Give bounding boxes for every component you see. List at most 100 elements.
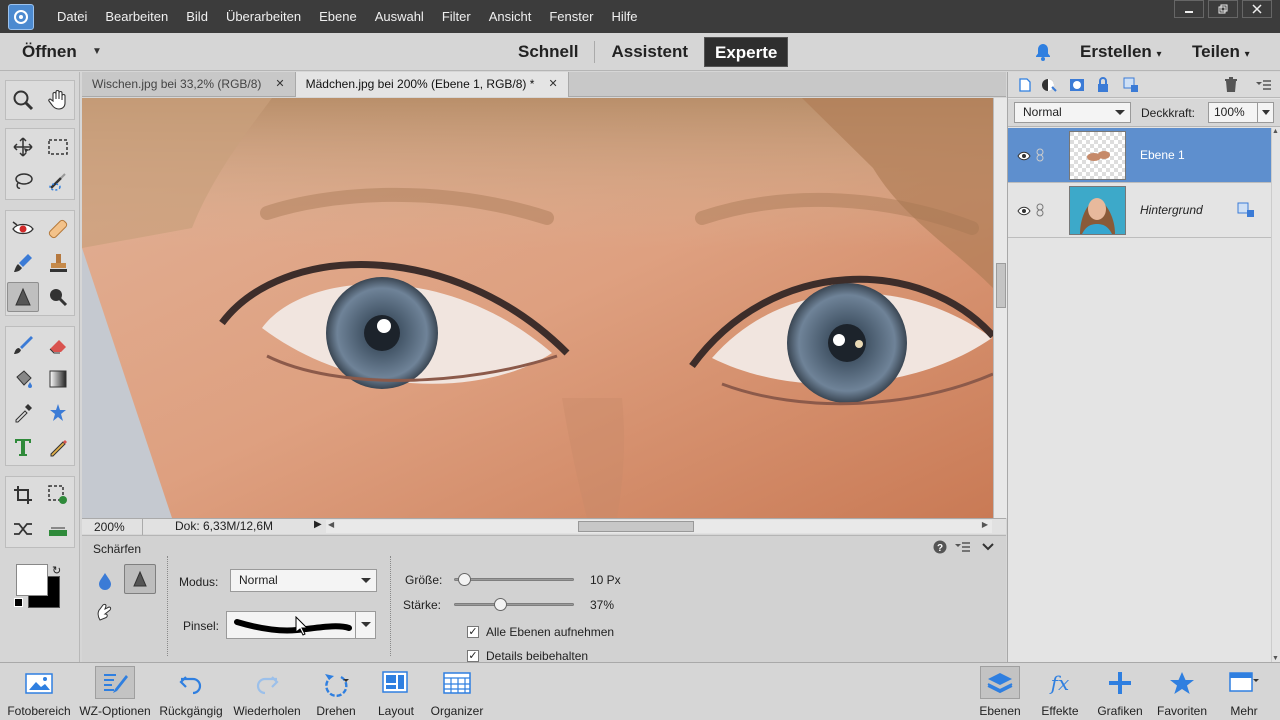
- doc-tab-maedchen[interactable]: Mädchen.jpg bei 200% (Ebene 1, RGB/8) * …: [295, 72, 569, 97]
- clone-stamp-icon[interactable]: [42, 248, 74, 278]
- organizer-button[interactable]: Organizer: [428, 666, 486, 718]
- status-menu-arrow-icon[interactable]: ▶: [314, 519, 322, 530]
- rectangular-marquee-icon[interactable]: [42, 132, 74, 162]
- smudge-tool-icon[interactable]: [94, 600, 114, 625]
- sharpen-tool-icon[interactable]: [7, 282, 39, 312]
- layer-row-hintergrund[interactable]: Hintergrund: [1008, 183, 1271, 238]
- menu-datei[interactable]: Datei: [48, 0, 96, 33]
- mode-dropdown[interactable]: Normal: [230, 569, 377, 592]
- restore-button[interactable]: [1208, 0, 1238, 18]
- doc-tab-wischen[interactable]: Wischen.jpg bei 33,2% (RGB/8) ✕: [82, 72, 296, 97]
- vertical-scroll-thumb[interactable]: [996, 263, 1006, 308]
- brush-dropdown-button[interactable]: [355, 612, 375, 638]
- close-window-button[interactable]: [1242, 0, 1272, 18]
- move-tool-icon[interactable]: [7, 132, 39, 162]
- custom-shape-icon[interactable]: [42, 398, 74, 428]
- layer-row-ebene-1[interactable]: Ebene 1: [1008, 128, 1271, 183]
- horizontal-scroll-thumb[interactable]: [578, 521, 694, 532]
- sponge-tool-icon[interactable]: [42, 282, 74, 312]
- opacity-dropdown-button[interactable]: [1257, 103, 1273, 122]
- panel-menu-icon[interactable]: [954, 541, 970, 556]
- brush-tool-icon[interactable]: [7, 330, 39, 360]
- collapse-panel-icon[interactable]: [982, 541, 994, 555]
- content-aware-move-icon[interactable]: [7, 514, 39, 544]
- sharpen-mode-button[interactable]: [124, 564, 156, 594]
- image-canvas[interactable]: [82, 98, 993, 518]
- strength-slider-knob[interactable]: [494, 598, 507, 611]
- menu-filter[interactable]: Filter: [433, 0, 480, 33]
- recompose-tool-icon[interactable]: [42, 480, 74, 510]
- tab-assistent[interactable]: Assistent: [601, 37, 698, 67]
- scroll-right-icon[interactable]: ▶: [982, 520, 988, 529]
- opacity-field[interactable]: 100%: [1208, 102, 1274, 123]
- effects-button[interactable]: fx Effekte: [1036, 666, 1084, 719]
- visibility-eye-icon[interactable]: [1017, 150, 1031, 164]
- open-button[interactable]: Öffnen: [22, 42, 77, 62]
- undo-button[interactable]: Rückgängig: [158, 666, 224, 718]
- help-icon[interactable]: ?: [933, 540, 947, 557]
- close-tab-icon[interactable]: ✕: [275, 72, 284, 97]
- default-colors-icon[interactable]: [14, 598, 23, 607]
- spot-healing-icon[interactable]: [42, 214, 74, 244]
- lock-transparency-icon[interactable]: [1122, 76, 1140, 94]
- share-button[interactable]: Teilen ▾: [1192, 42, 1250, 62]
- menu-fenster[interactable]: Fenster: [540, 0, 602, 33]
- close-tab-icon[interactable]: ✕: [548, 72, 557, 97]
- notification-bell-icon[interactable]: [1034, 42, 1052, 65]
- size-slider-knob[interactable]: [458, 573, 471, 586]
- create-button[interactable]: Erstellen ▾: [1080, 42, 1162, 62]
- gradient-tool-icon[interactable]: [42, 364, 74, 394]
- rotate-button[interactable]: Drehen: [312, 666, 360, 718]
- lock-icon[interactable]: [1094, 76, 1112, 94]
- menu-ebene[interactable]: Ebene: [310, 0, 366, 33]
- straighten-tool-icon[interactable]: [42, 514, 74, 544]
- strength-slider[interactable]: [454, 598, 574, 611]
- foreground-color-swatch[interactable]: [16, 564, 48, 596]
- open-dropdown-arrow-icon[interactable]: ▼: [92, 46, 102, 57]
- graphics-button[interactable]: Grafiken: [1096, 666, 1144, 718]
- layer-mask-icon[interactable]: [1068, 76, 1086, 94]
- zoom-level[interactable]: 200%: [94, 520, 125, 534]
- protect-detail-checkbox[interactable]: ✓: [467, 650, 479, 662]
- tab-schnell[interactable]: Schnell: [508, 37, 588, 67]
- canvas-vertical-scrollbar[interactable]: [993, 98, 1007, 518]
- menu-ansicht[interactable]: Ansicht: [480, 0, 541, 33]
- crop-tool-icon[interactable]: [7, 480, 39, 510]
- layout-button[interactable]: Layout: [372, 666, 420, 718]
- layer-link-icon[interactable]: [1036, 203, 1044, 220]
- lasso-tool-icon[interactable]: [7, 166, 39, 196]
- paint-bucket-icon[interactable]: [7, 364, 39, 394]
- pencil-tool-icon[interactable]: [42, 432, 74, 462]
- type-tool-icon[interactable]: [7, 432, 39, 462]
- menu-bearbeiten[interactable]: Bearbeiten: [96, 0, 177, 33]
- more-button[interactable]: Mehr: [1222, 666, 1266, 718]
- canvas-horizontal-scrollbar[interactable]: ◀ ▶: [326, 520, 992, 533]
- color-swatches[interactable]: ↻: [14, 562, 66, 614]
- menu-bild[interactable]: Bild: [177, 0, 217, 33]
- blur-tool-icon[interactable]: [96, 571, 114, 594]
- smart-brush-icon[interactable]: [7, 248, 39, 278]
- menu-auswahl[interactable]: Auswahl: [366, 0, 433, 33]
- menu-ueberarbeiten[interactable]: Überarbeiten: [217, 0, 310, 33]
- scroll-down-icon[interactable]: ▼: [1272, 655, 1279, 662]
- sample-all-layers-checkbox[interactable]: ✓: [467, 626, 479, 638]
- redo-button[interactable]: Wiederholen: [232, 666, 302, 718]
- photo-bin-button[interactable]: Fotobereich: [5, 666, 73, 718]
- layers-scrollbar[interactable]: ▲ ▼: [1271, 128, 1280, 662]
- visibility-eye-icon[interactable]: [1017, 205, 1031, 219]
- scroll-up-icon[interactable]: ▲: [1272, 128, 1279, 135]
- red-eye-tool-icon[interactable]: [7, 214, 39, 244]
- layers-button[interactable]: Ebenen: [978, 666, 1022, 718]
- layer-link-icon[interactable]: [1036, 148, 1044, 165]
- eyedropper-icon[interactable]: [7, 398, 39, 428]
- new-layer-icon[interactable]: [1016, 76, 1034, 94]
- blend-mode-dropdown[interactable]: Normal: [1014, 102, 1131, 123]
- menu-hilfe[interactable]: Hilfe: [602, 0, 646, 33]
- swap-colors-icon[interactable]: ↻: [52, 564, 61, 577]
- quick-selection-icon[interactable]: [42, 166, 74, 196]
- minimize-button[interactable]: [1174, 0, 1204, 18]
- hand-tool-icon[interactable]: [42, 85, 74, 115]
- eraser-tool-icon[interactable]: [42, 330, 74, 360]
- layers-panel-menu-icon[interactable]: [1254, 76, 1272, 94]
- delete-layer-icon[interactable]: [1222, 76, 1240, 94]
